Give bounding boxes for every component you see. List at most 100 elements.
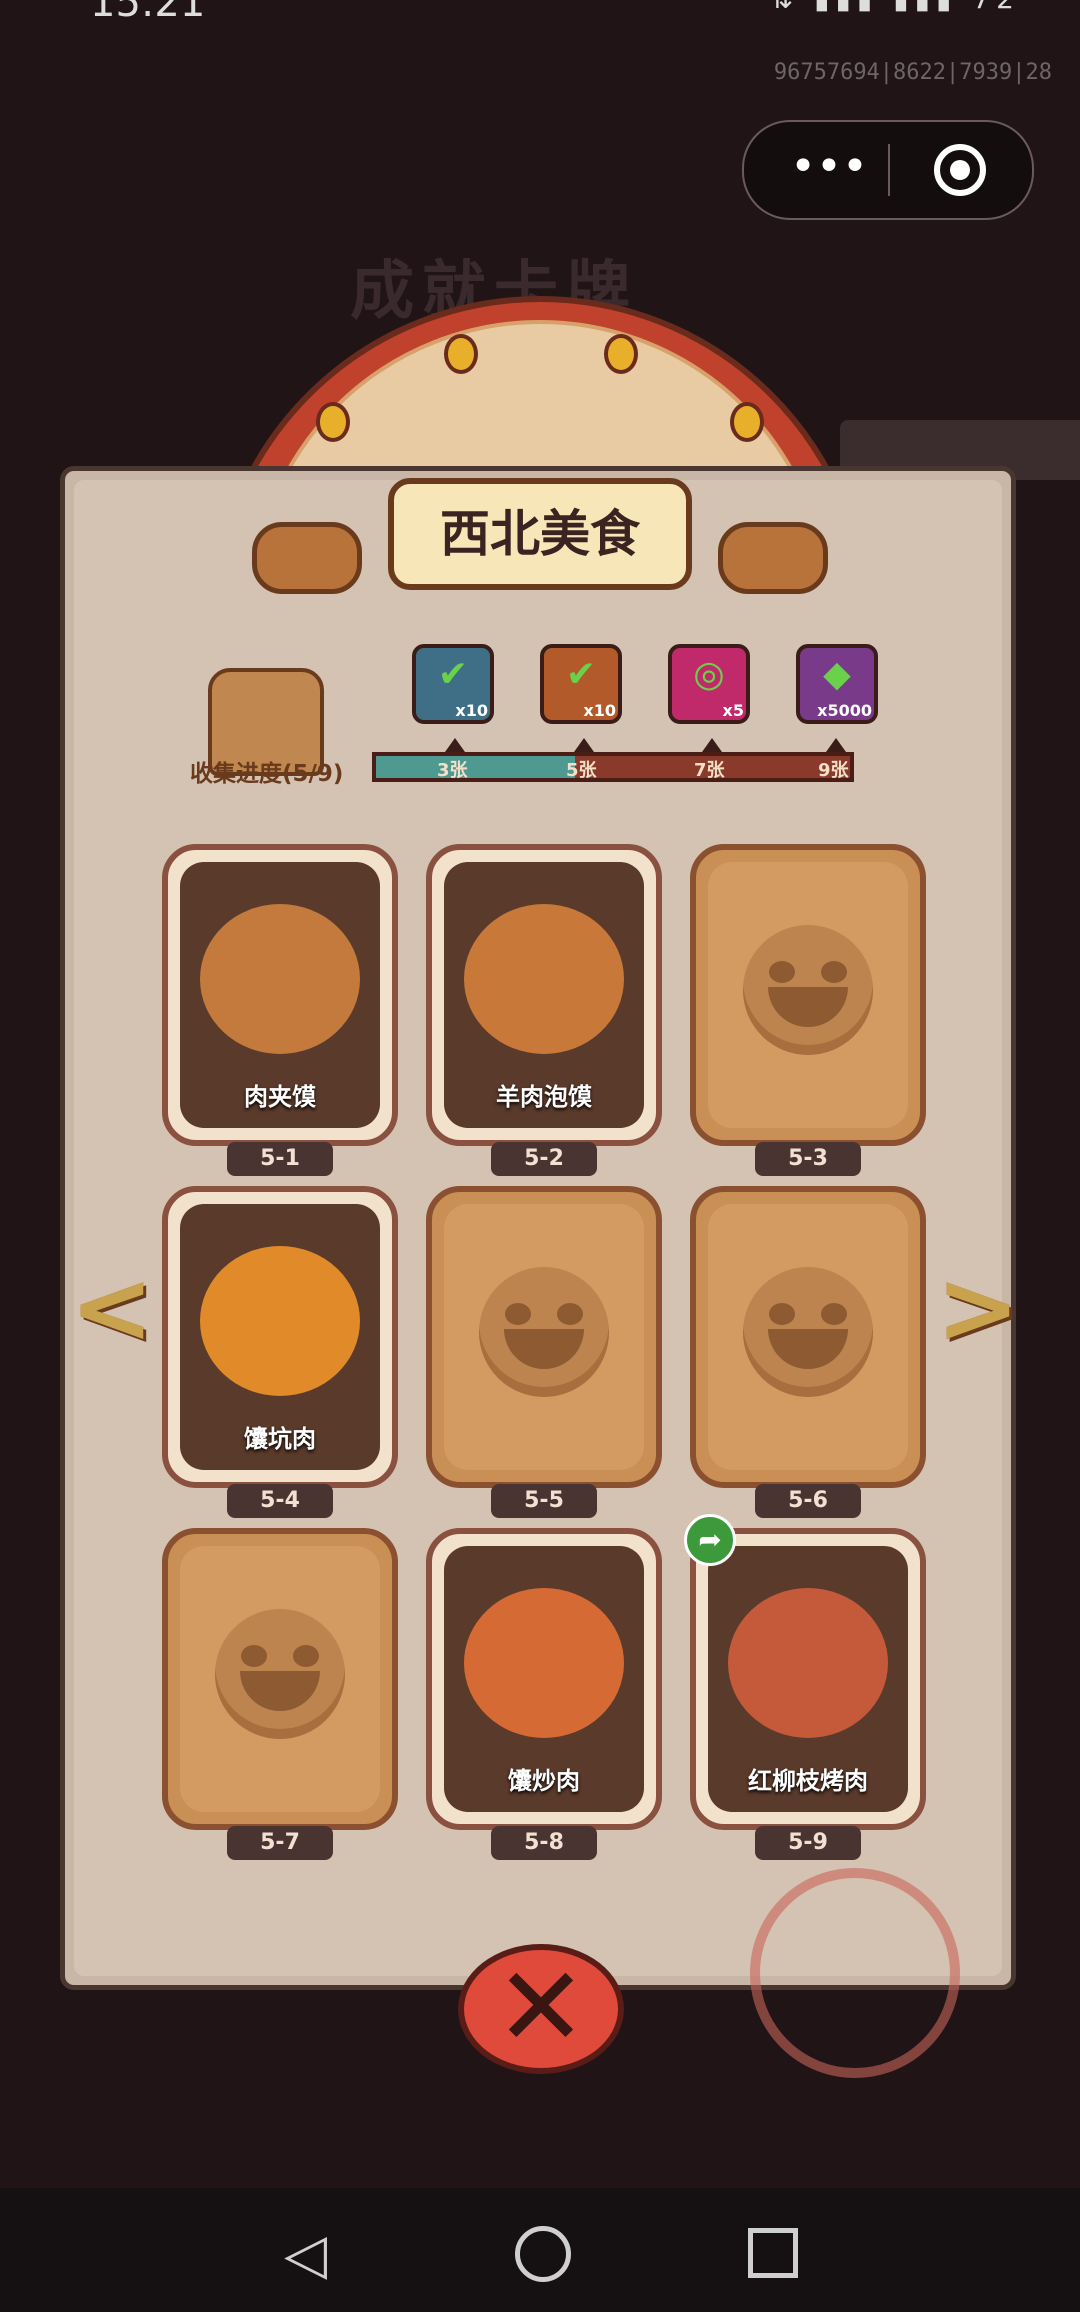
reward-glyph: ◎ xyxy=(693,654,725,695)
card-art xyxy=(708,862,908,1128)
build-id: 96757694|8622|7939|28 xyxy=(773,60,1052,85)
system-nav-bar: ◁ xyxy=(0,2188,1080,2312)
status-bar: 15:21 ⇅ ▮▮▮ ▮▮▮ 72 xyxy=(0,0,1080,40)
crest-gem-icon xyxy=(444,334,478,374)
face-eye xyxy=(241,1644,267,1667)
card-number-tag: 5-5 xyxy=(491,1484,597,1518)
home-icon[interactable] xyxy=(515,2226,571,2282)
scroll-roll-right xyxy=(718,522,828,594)
reward-glyph: ✔ xyxy=(437,654,469,695)
next-page-arrow-icon[interactable]: > xyxy=(936,1258,1020,1360)
seal-stamp xyxy=(750,1868,960,2078)
reward-quantity: x10 xyxy=(583,701,616,720)
face-eye xyxy=(505,1302,531,1325)
food-illustration-icon xyxy=(728,1588,888,1739)
card-number-tag: 5-3 xyxy=(755,1142,861,1176)
wifi-icon: ⇅ xyxy=(770,0,799,15)
card-art: 馕炒肉 xyxy=(444,1546,644,1812)
food-illustration-icon xyxy=(464,1588,624,1739)
progress-tick: 5张 xyxy=(566,760,597,781)
signal-icon: ▮▮▮ xyxy=(814,0,878,15)
face-eye xyxy=(821,960,847,983)
target-circle-icon[interactable] xyxy=(934,144,986,196)
signal-icon: ▮▮▮ xyxy=(893,0,957,15)
progress-fill xyxy=(376,756,576,778)
prev-page-arrow-icon[interactable]: < xyxy=(70,1258,154,1360)
locked-face-icon xyxy=(743,1266,873,1397)
food-card[interactable]: 馕坑肉 xyxy=(162,1186,398,1488)
food-illustration-icon xyxy=(200,904,360,1055)
card-art xyxy=(708,1204,908,1470)
face-eye xyxy=(293,1644,319,1667)
back-icon[interactable]: ◁ xyxy=(284,2222,327,2287)
reward-quantity: x5 xyxy=(722,701,744,720)
food-name: 馕坑肉 xyxy=(244,1425,316,1453)
capsule-divider xyxy=(888,144,890,196)
swirl-orb-icon[interactable]: ◎ x5 xyxy=(668,644,750,724)
card-art: 红柳枝烤肉 xyxy=(708,1546,908,1812)
collect-progress-label: 收集进度(5/9) xyxy=(190,761,344,787)
card-number-tag: 5-8 xyxy=(491,1826,597,1860)
food-name: 红柳枝烤肉 xyxy=(748,1767,868,1795)
food-card[interactable]: 馕炒肉 xyxy=(426,1528,662,1830)
progress-marker-icon xyxy=(826,738,846,752)
crest-gem-icon xyxy=(604,334,638,374)
food-illustration-icon xyxy=(464,904,624,1055)
card-art xyxy=(444,1204,644,1470)
face-eye xyxy=(821,1302,847,1325)
close-button[interactable]: ✕ xyxy=(458,1944,624,2074)
card-art: 羊肉泡馍 xyxy=(444,862,644,1128)
scroll-roll-left xyxy=(252,522,362,594)
card-number-tag: 5-7 xyxy=(227,1826,333,1860)
card-art xyxy=(180,1546,380,1812)
status-time: 15:21 xyxy=(90,0,206,26)
card-number-tag: 5-9 xyxy=(755,1826,861,1860)
status-icons: ⇅ ▮▮▮ ▮▮▮ 72 xyxy=(770,0,1020,15)
food-illustration-icon xyxy=(200,1246,360,1397)
card-number-tag: 5-2 xyxy=(491,1142,597,1176)
reward-quantity: x5000 xyxy=(817,701,872,720)
face-eye xyxy=(769,960,795,983)
food-card[interactable]: 红柳枝烤肉 xyxy=(690,1528,926,1830)
food-card[interactable]: 肉夹馍 xyxy=(162,844,398,1146)
locked-card[interactable] xyxy=(162,1528,398,1830)
title-banner: 西北美食 xyxy=(252,478,828,604)
reward-glyph: ✔ xyxy=(565,654,597,695)
face-smile xyxy=(240,1670,320,1711)
card-art: 馕坑肉 xyxy=(180,1204,380,1470)
food-name: 肉夹馍 xyxy=(244,1083,316,1111)
food-name: 馕炒肉 xyxy=(508,1767,580,1795)
locked-face-icon xyxy=(215,1608,345,1739)
crest-gem-icon xyxy=(316,402,350,442)
panel-title: 西北美食 xyxy=(440,505,640,563)
checked-key-icon[interactable]: ✔ x10 xyxy=(540,644,622,724)
reward-quantity: x10 xyxy=(455,701,488,720)
checked-chest-icon[interactable]: ✔ x10 xyxy=(412,644,494,724)
progress-marker-icon xyxy=(702,738,722,752)
face-eye xyxy=(769,1302,795,1325)
card-art: 肉夹馍 xyxy=(180,862,380,1128)
locked-card[interactable] xyxy=(426,1186,662,1488)
locked-card[interactable] xyxy=(690,1186,926,1488)
progress-tick: 9张 xyxy=(818,760,849,781)
reward-glyph: ◆ xyxy=(823,654,851,695)
face-eye xyxy=(557,1302,583,1325)
face-smile xyxy=(768,986,848,1027)
crystal-icon[interactable]: ◆ x5000 xyxy=(796,644,878,724)
progress-tick: 3张 xyxy=(437,760,468,781)
face-smile xyxy=(768,1328,848,1369)
food-card[interactable]: 羊肉泡馍 xyxy=(426,844,662,1146)
more-dots-icon[interactable]: ••• xyxy=(774,140,884,200)
card-number-tag: 5-4 xyxy=(227,1484,333,1518)
capsule-menu: ••• xyxy=(742,120,1034,220)
locked-face-icon xyxy=(479,1266,609,1397)
locked-face-icon xyxy=(743,924,873,1055)
recent-apps-icon[interactable] xyxy=(748,2228,798,2278)
progress-tick: 7张 xyxy=(694,760,725,781)
locked-card[interactable] xyxy=(690,844,926,1146)
progress-marker-icon xyxy=(574,738,594,752)
card-number-tag: 5-6 xyxy=(755,1484,861,1518)
share-arrow-icon[interactable]: ➦ xyxy=(684,1514,736,1566)
food-name: 羊肉泡馍 xyxy=(496,1083,592,1111)
face-smile xyxy=(504,1328,584,1369)
